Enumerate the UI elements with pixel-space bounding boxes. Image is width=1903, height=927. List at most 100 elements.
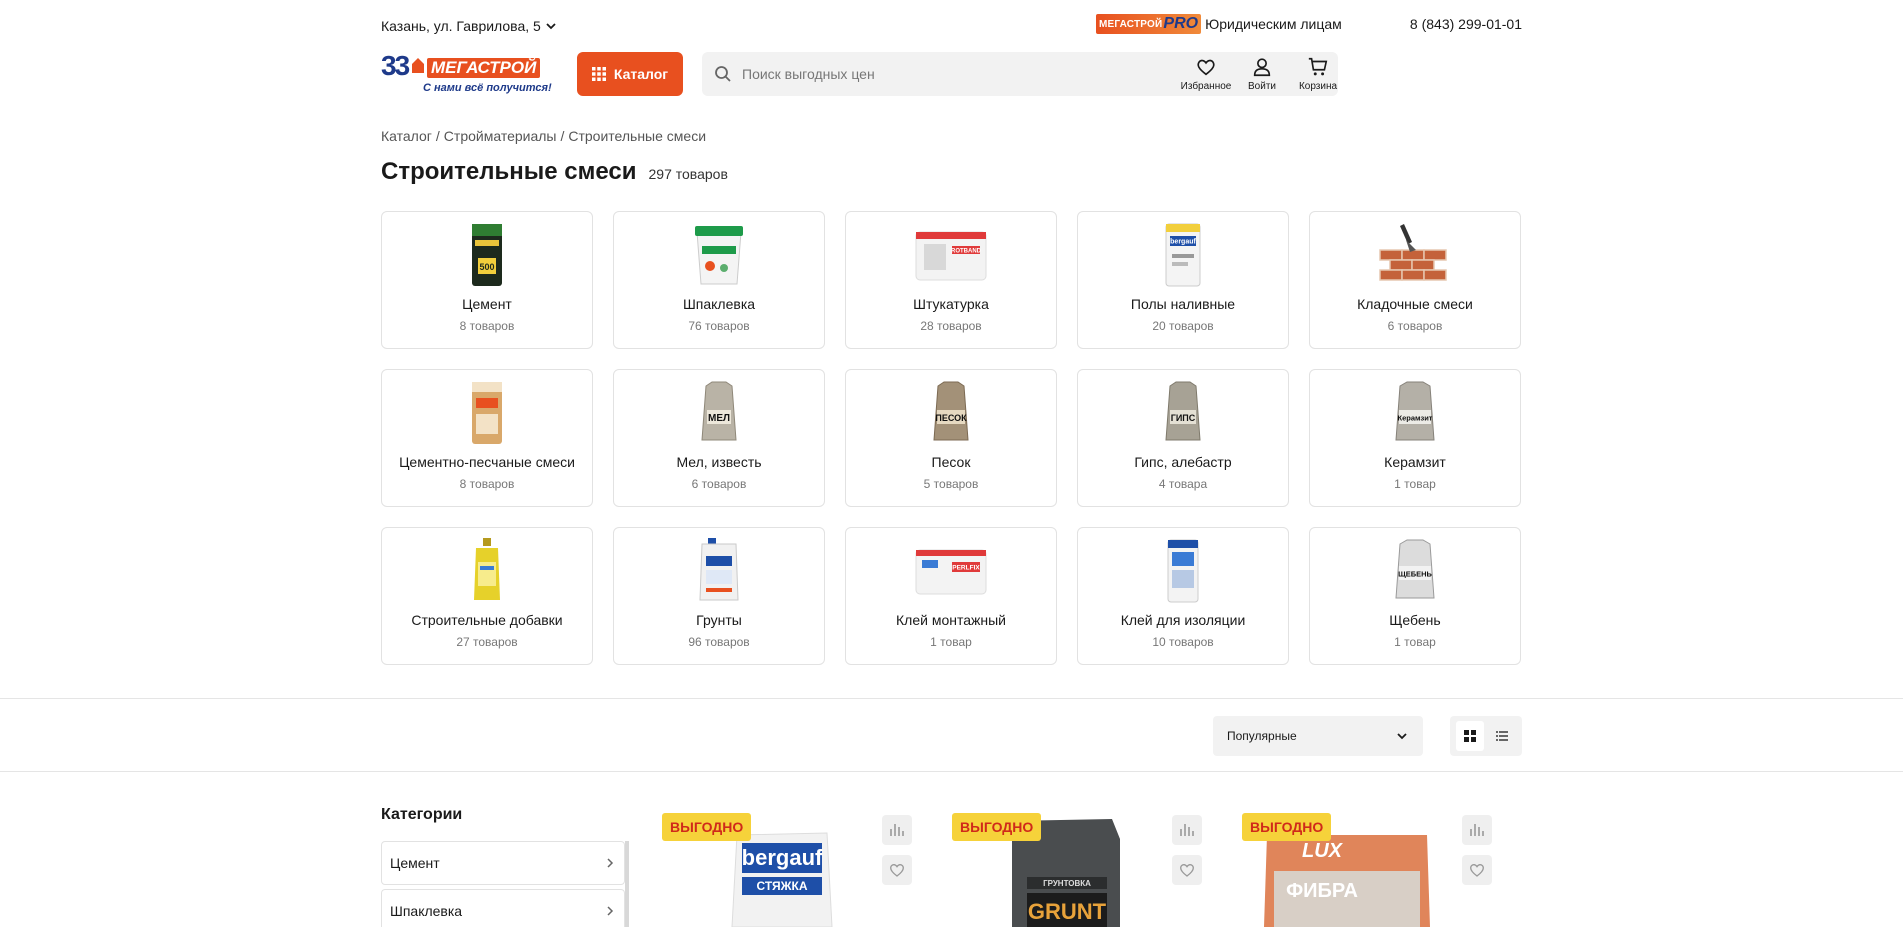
category-count: 1 товар xyxy=(1394,477,1436,491)
site-logo[interactable]: 33 МЕГАСТРОЙ С нами всё получится! xyxy=(381,52,561,98)
favorite-button[interactable] xyxy=(882,855,912,885)
category-card-primers[interactable]: Грунты 96 товаров xyxy=(613,527,825,665)
gravel-sack-icon: ЩЕБЕНЬ xyxy=(1376,536,1454,604)
category-card-cement-sand-mixes[interactable]: Цементно-песчаные смеси 8 товаров xyxy=(381,369,593,507)
category-card-insulation-glue[interactable]: Клей для изоляции 10 товаров xyxy=(1077,527,1289,665)
sort-dropdown[interactable]: Популярные xyxy=(1213,716,1423,756)
heart-icon xyxy=(1469,864,1485,877)
compare-button[interactable] xyxy=(1462,815,1492,845)
category-count: 76 товаров xyxy=(688,319,750,333)
header: 33 МЕГАСТРОЙ С нами всё получится! Катал… xyxy=(381,50,1522,100)
favorite-button[interactable] xyxy=(1172,855,1202,885)
chevron-right-icon xyxy=(607,906,614,916)
svg-text:LUX: LUX xyxy=(1302,840,1344,862)
sack-label: ПЕСОК xyxy=(935,413,967,423)
chalk-sack-icon: МЕЛ xyxy=(680,378,758,446)
svg-text:ГРУНТОВКА: ГРУНТОВКА xyxy=(1043,879,1091,888)
category-name: Песок xyxy=(931,454,971,470)
svg-text:СТЯЖКА: СТЯЖКА xyxy=(757,879,808,893)
category-card-masonry-mixes[interactable]: Кладочные смеси 6 товаров xyxy=(1309,211,1521,349)
category-card-chalk-lime[interactable]: МЕЛ Мел, известь 6 товаров xyxy=(613,369,825,507)
login-button[interactable]: Войти xyxy=(1232,56,1292,92)
category-count: 6 товаров xyxy=(1387,319,1443,333)
grid-menu-icon xyxy=(591,67,606,81)
category-grid: 500 Цемент 8 товаров Шпаклевка 76 товаро… xyxy=(381,211,1522,665)
svg-text:GRUNT: GRUNT xyxy=(1028,899,1107,924)
chevron-down-icon xyxy=(546,23,556,30)
compare-button[interactable] xyxy=(1172,815,1202,845)
category-name: Грунты xyxy=(696,612,742,628)
category-count: 1 товар xyxy=(1394,635,1436,649)
category-card-self-leveling-floors[interactable]: bergauf Полы наливные 20 товаров xyxy=(1077,211,1289,349)
house-icon xyxy=(412,58,424,73)
svg-text:ФИБРА: ФИБРА xyxy=(1286,880,1358,902)
category-name: Шпаклевка xyxy=(682,296,756,312)
category-count: 1 товар xyxy=(930,635,972,649)
additive-bottle-icon xyxy=(448,536,526,604)
sidebar-item-putty[interactable]: Шпаклевка xyxy=(381,889,625,927)
svg-text:PERLFIX: PERLFIX xyxy=(952,565,980,572)
category-count: 5 товаров xyxy=(923,477,979,491)
cart-button[interactable]: Корзина xyxy=(1288,56,1348,92)
category-card-plaster[interactable]: ROTBAND Штукатурка 28 товаров xyxy=(845,211,1057,349)
city-selector[interactable]: Казань, ул. Гаврилова, 5 xyxy=(381,18,557,34)
category-card-putty[interactable]: Шпаклевка 76 товаров xyxy=(613,211,825,349)
svg-text:500: 500 xyxy=(479,262,494,272)
grid-view-button[interactable] xyxy=(1456,721,1484,751)
category-name: Кладочные смеси xyxy=(1357,296,1473,312)
sort-value: Популярные xyxy=(1227,729,1297,743)
primer-canister-icon xyxy=(680,536,758,604)
compare-icon xyxy=(1470,824,1484,836)
list-view-button[interactable] xyxy=(1488,721,1516,751)
category-card-gravel[interactable]: ЩЕБЕНЬ Щебень 1 товар xyxy=(1309,527,1521,665)
product-card[interactable]: ВЫГОДНО ГРУНТОВКА GRUNT xyxy=(952,813,1202,927)
favorites-button[interactable]: Избранное xyxy=(1176,56,1236,92)
breadcrumb-building-materials[interactable]: Стройматериалы xyxy=(444,128,557,144)
category-card-sand[interactable]: ПЕСОК Песок 5 товаров xyxy=(845,369,1057,507)
list-view-icon xyxy=(1496,731,1508,741)
profit-badge: ВЫГОДНО xyxy=(952,813,1042,841)
category-name: Керамзит xyxy=(1384,454,1446,470)
category-card-mounting-glue[interactable]: PERLFIX Клей монтажный 1 товар xyxy=(845,527,1057,665)
breadcrumb-catalog[interactable]: Каталог xyxy=(381,128,432,144)
page-title: Строительные смеси xyxy=(381,158,637,185)
product-card[interactable]: ВЫГОДНО LUX ФИБРА xyxy=(1242,813,1492,927)
category-name: Клей монтажный xyxy=(896,612,1006,628)
insulation-glue-bag-icon xyxy=(1144,536,1222,604)
view-switcher xyxy=(1450,716,1522,756)
sack-label: ЩЕБЕНЬ xyxy=(1398,570,1432,579)
category-name: Цемент xyxy=(462,296,512,312)
category-count: 10 товаров xyxy=(1152,635,1214,649)
profit-badge: ВЫГОДНО xyxy=(1242,813,1332,841)
catalog-toolbar: Популярные xyxy=(0,698,1903,772)
grid-view-icon xyxy=(1464,730,1476,742)
category-name: Штукатурка xyxy=(913,296,989,312)
sack-label: МЕЛ xyxy=(708,413,730,424)
phone-number[interactable]: 8 (843) 299-01-01 xyxy=(1410,16,1522,32)
legal-entities-link[interactable]: МЕГАСТРОЙ PRO Юридическим лицам xyxy=(1096,14,1342,34)
category-card-gypsum[interactable]: ГИПС Гипс, алебастр 4 товара xyxy=(1077,369,1289,507)
cement-sand-bag-icon xyxy=(448,378,526,446)
gypsum-sack-icon: ГИПС xyxy=(1144,378,1222,446)
profit-badge: ВЫГОДНО xyxy=(662,813,752,841)
category-card-additives[interactable]: Строительные добавки 27 товаров xyxy=(381,527,593,665)
category-count: 28 товаров xyxy=(920,319,982,333)
breadcrumb-current: Строительные смеси xyxy=(568,128,707,144)
sidebar-item-label: Шпаклевка xyxy=(390,903,463,919)
sidebar-item-label: Цемент xyxy=(390,855,440,871)
brick-wall-icon xyxy=(1376,220,1454,288)
favorite-button[interactable] xyxy=(1462,855,1492,885)
cement-bag-icon: 500 xyxy=(448,220,526,288)
breadcrumb-separator: / xyxy=(560,128,565,144)
heart-icon xyxy=(1197,59,1215,76)
sidebar-title: Категории xyxy=(381,806,463,823)
category-name: Клей для изоляции xyxy=(1120,612,1246,628)
category-card-cement[interactable]: 500 Цемент 8 товаров xyxy=(381,211,593,349)
category-card-claydite[interactable]: Керамзит Керамзит 1 товар xyxy=(1309,369,1521,507)
chevron-down-icon xyxy=(1397,733,1407,740)
sidebar-item-cement[interactable]: Цемент xyxy=(381,841,625,885)
catalog-button[interactable]: Каталог xyxy=(577,52,683,96)
compare-button[interactable] xyxy=(882,815,912,845)
product-card[interactable]: ВЫГОДНО bergauf СТЯЖКА xyxy=(662,813,912,927)
category-count: 4 товара xyxy=(1158,477,1208,491)
